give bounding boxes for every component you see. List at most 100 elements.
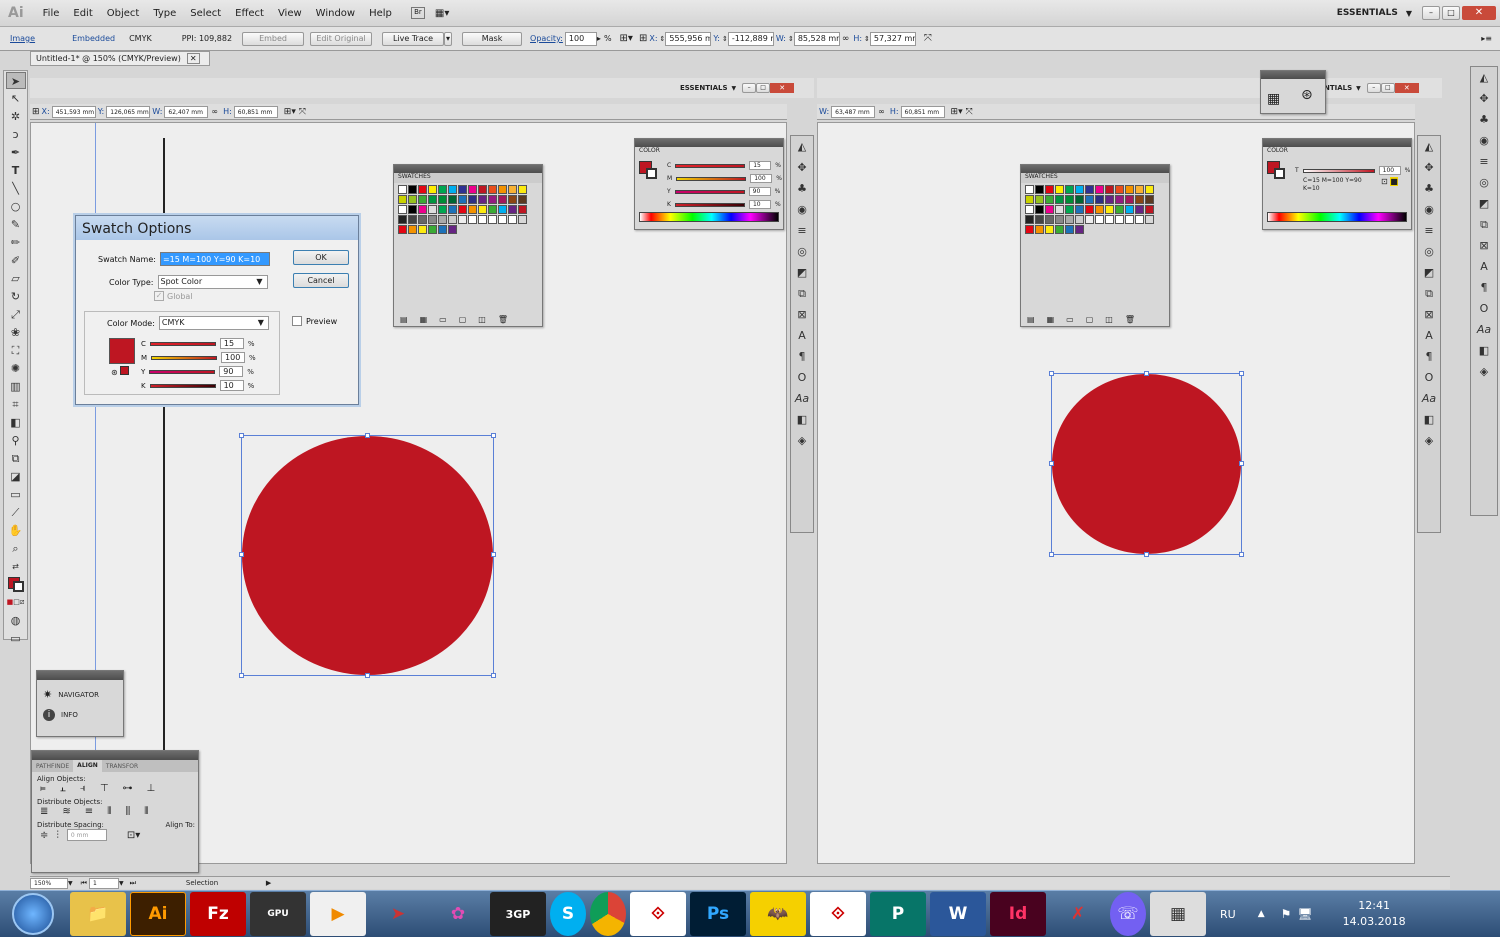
swatch[interactable] xyxy=(1125,205,1134,214)
swatch[interactable] xyxy=(518,185,527,194)
filezilla-icon[interactable]: Fz xyxy=(190,892,246,936)
publisher-icon[interactable]: P xyxy=(870,892,926,936)
acrobat-icon[interactable]: ⟐ xyxy=(630,892,686,936)
swatch[interactable] xyxy=(508,195,517,204)
clock[interactable]: 12:41 14.03.2018 xyxy=(1343,898,1406,930)
swatch[interactable] xyxy=(1115,205,1124,214)
blob-brush-icon[interactable]: ✐ xyxy=(6,252,26,269)
swatch[interactable] xyxy=(418,185,427,194)
flag-icon[interactable]: ⚑ xyxy=(1281,907,1292,921)
screen-mode-icon[interactable]: ▭ xyxy=(6,630,26,647)
swatch[interactable] xyxy=(408,195,417,204)
swatch-libraries-icon[interactable]: ▤ xyxy=(1027,315,1035,324)
dist-hcenter-icon[interactable]: ⫼ xyxy=(126,806,131,817)
new-swatch-icon[interactable]: ◫ xyxy=(1105,315,1113,324)
dlg-m-slider[interactable] xyxy=(151,355,218,360)
paragraph-icon[interactable]: ¶ xyxy=(1473,278,1495,298)
color-type-select[interactable]: Spot Color ▼ xyxy=(157,275,268,289)
dlg-m-input[interactable]: 100 xyxy=(221,352,246,363)
tool-x-icon[interactable]: ✗ xyxy=(1050,892,1106,936)
navigator-row[interactable]: ✷ NAVIGATOR xyxy=(43,688,123,701)
swatch[interactable] xyxy=(1145,205,1154,214)
swatch[interactable] xyxy=(458,205,467,214)
bridge-icon[interactable]: Br xyxy=(410,7,425,19)
close-tab-icon[interactable]: ✕ xyxy=(186,53,200,64)
swatch[interactable] xyxy=(1115,195,1124,204)
artboards-icon[interactable]: ◈ xyxy=(791,431,813,451)
blend-icon[interactable]: ⧉ xyxy=(6,450,26,467)
layers-icon[interactable]: ◧ xyxy=(791,410,813,430)
x-input[interactable]: 555,956 mm xyxy=(665,31,712,46)
zoom-select[interactable]: 150% xyxy=(30,877,68,889)
swatch[interactable] xyxy=(408,225,417,234)
dlg-k-input[interactable]: 10 xyxy=(219,380,244,391)
menu-edit[interactable]: Edit xyxy=(66,0,99,27)
swatch[interactable] xyxy=(1095,195,1104,204)
swatch[interactable] xyxy=(1035,225,1044,234)
gpu-icon[interactable]: GPU xyxy=(250,892,306,936)
character-icon[interactable]: A xyxy=(1418,326,1440,346)
swatch[interactable] xyxy=(1055,225,1064,234)
dist-top-icon[interactable]: ≣ xyxy=(40,806,48,817)
palette-icon[interactable]: ⊛ xyxy=(1301,87,1313,103)
swatch[interactable] xyxy=(1065,205,1074,214)
swatch[interactable] xyxy=(438,185,447,194)
pathfinder-icon[interactable]: ⊠ xyxy=(791,305,813,325)
transform-icon-left[interactable]: ⊞▾ ⤧ xyxy=(284,107,306,117)
space-vertical-icon[interactable]: ≑ xyxy=(40,830,48,841)
handle[interactable] xyxy=(1144,371,1149,376)
appearance-icon[interactable]: ⧉ xyxy=(1473,215,1495,235)
glyphs-icon[interactable]: Aa xyxy=(791,389,813,409)
handle[interactable] xyxy=(491,552,496,557)
dlg-k-slider[interactable] xyxy=(149,383,216,388)
swatch[interactable] xyxy=(398,195,407,204)
swatch[interactable] xyxy=(518,205,527,214)
swatch[interactable] xyxy=(448,185,457,194)
swatch[interactable] xyxy=(1045,205,1054,214)
brushes-icon[interactable]: ✥ xyxy=(791,158,813,178)
right-close-button[interactable]: ✕ xyxy=(1394,83,1419,93)
tint-value[interactable]: 100 xyxy=(1378,166,1401,175)
gradient-icon[interactable]: ◧ xyxy=(6,414,26,431)
symbols-icon[interactable]: ♣ xyxy=(1473,110,1495,130)
slice-icon[interactable]: ⟋ xyxy=(6,504,26,521)
swatch[interactable] xyxy=(408,185,417,194)
swatch[interactable] xyxy=(428,195,437,204)
color-spectrum[interactable] xyxy=(639,212,779,222)
swatch[interactable] xyxy=(1125,185,1134,194)
swatch[interactable] xyxy=(488,205,497,214)
character-icon[interactable]: A xyxy=(1473,257,1495,277)
color-guide-icon[interactable]: ◭ xyxy=(791,137,813,157)
send-icon[interactable]: ➤ xyxy=(370,892,426,936)
illustrator-icon[interactable]: Ai xyxy=(130,892,186,936)
swatch[interactable] xyxy=(1105,215,1114,224)
swatch[interactable] xyxy=(478,185,487,194)
swatch[interactable] xyxy=(1105,205,1114,214)
swatch[interactable] xyxy=(428,205,437,214)
right-min-button[interactable]: – xyxy=(1366,83,1381,93)
stroke-swatch-right[interactable] xyxy=(1274,168,1285,179)
show-kinds-icon[interactable]: ▦ xyxy=(420,315,428,324)
swatch[interactable] xyxy=(1125,195,1134,204)
swatch[interactable] xyxy=(1025,195,1034,204)
swatch[interactable] xyxy=(508,185,517,194)
eraser-icon[interactable]: ▱ xyxy=(6,270,26,287)
artboards-icon[interactable]: ◈ xyxy=(1418,431,1440,451)
align-top-icon[interactable]: ⊤ xyxy=(100,783,109,794)
swatch[interactable] xyxy=(518,195,527,204)
zoom-chevron-icon[interactable]: ▼ xyxy=(68,880,73,887)
swatch[interactable] xyxy=(468,205,477,214)
swatch[interactable] xyxy=(468,185,477,194)
maximize-button[interactable]: □ xyxy=(1442,6,1460,20)
brushes-icon[interactable]: ✥ xyxy=(1418,158,1440,178)
rotate-icon[interactable]: ↻ xyxy=(6,288,26,305)
swatch[interactable] xyxy=(418,195,427,204)
swatch[interactable] xyxy=(488,195,497,204)
zoom-icon[interactable]: ⌕ xyxy=(6,540,26,557)
opentype-icon[interactable]: O xyxy=(791,368,813,388)
y-input[interactable]: -112,889 mr xyxy=(727,31,774,46)
3gp-icon[interactable]: 3GP xyxy=(490,892,546,936)
swatch[interactable] xyxy=(428,185,437,194)
swatch[interactable] xyxy=(1025,225,1034,234)
swap-colors-icon[interactable]: ⇄ xyxy=(6,558,26,575)
